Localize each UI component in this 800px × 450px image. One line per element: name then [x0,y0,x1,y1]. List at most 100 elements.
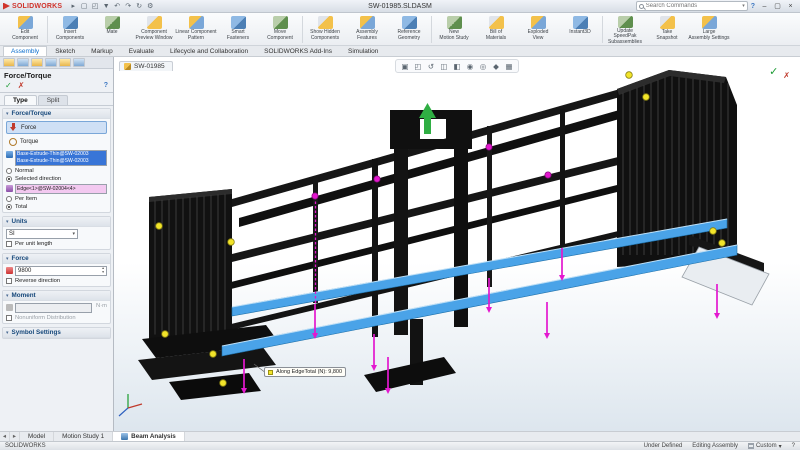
normal-radio-control[interactable] [6,168,12,174]
joint-sphere-yellow[interactable] [626,72,633,79]
selected-direction-radio[interactable]: Selected direction [6,176,107,182]
direction-reference-field[interactable]: Edge<1>@SW-02004<4> [15,184,107,194]
ribbon-button-show-hidden-components[interactable]: Show HiddenComponents [304,14,346,45]
ribbon-button-move-component[interactable]: MoveComponent [259,14,301,45]
zoom-area-icon[interactable]: ◰ [413,61,423,71]
section-view-icon[interactable]: ◫ [439,61,449,71]
status-help-button[interactable]: ? [792,443,795,449]
open-document-icon[interactable]: ◰ [90,1,100,12]
zoom-fit-icon[interactable]: ▣ [400,61,410,71]
undo-icon[interactable]: ↶ [112,1,122,12]
per-unit-length-checkbox-control[interactable] [6,241,12,247]
joint-sphere-yellow[interactable] [228,239,235,246]
joint-sphere-yellow[interactable] [710,228,717,235]
feature-manager-tab[interactable] [3,58,15,67]
per-unit-length-checkbox[interactable]: Per unit length [6,241,107,247]
selected-face-item[interactable]: Base-Extrude-Thin@SW-02003 [16,151,106,158]
confirm-ok-button[interactable]: ✓ [769,65,778,78]
search-options-chevron-icon[interactable]: ▾ [742,3,745,9]
new-document-icon[interactable]: ▢ [79,1,89,12]
joint-sphere-yellow[interactable] [220,380,227,387]
ribbon-button-reference-geometry[interactable]: ReferenceGeometry [388,14,430,45]
previous-view-icon[interactable]: ↺ [426,61,436,71]
ribbon-button-linear-component-pattern[interactable]: Linear ComponentPattern [175,14,217,45]
joint-sphere-magenta[interactable] [374,176,380,182]
view-orientation-icon[interactable]: ◧ [452,61,462,71]
force-value-input[interactable]: 9800 [15,266,107,276]
force-section-header[interactable]: Force [3,254,110,264]
menu-expand-icon[interactable]: ▸ [68,1,78,12]
tab-lifecycle-and-collaboration[interactable]: Lifecycle and Collaboration [162,46,256,56]
hide-show-items-icon[interactable]: ◎ [478,61,488,71]
tab-type[interactable]: Type [4,95,37,105]
tab-model[interactable]: Model [20,432,54,441]
joint-sphere-magenta[interactable] [312,193,318,199]
selected-face-item[interactable]: Base-Extrude-Thin@SW-02003 [16,158,106,165]
ribbon-button-insert-components[interactable]: InsertComponents [49,14,91,45]
save-document-icon[interactable]: ▼ [101,1,111,12]
reverse-direction-checkbox[interactable]: Reverse direction [6,278,107,284]
force-torque-section-header[interactable]: Force/Torque [3,109,110,119]
tab-solidworks-add-ins[interactable]: SOLIDWORKS Add-Ins [256,46,340,56]
display-manager-tab[interactable] [59,58,71,67]
ribbon-button-assembly-features[interactable]: AssemblyFeatures [346,14,388,45]
force-arrow[interactable] [371,334,377,371]
tab-scroll-left[interactable]: ◂ [0,432,10,441]
ribbon-button-take-snapshot[interactable]: TakeSnapshot [646,14,688,45]
ribbon-button-instant3d[interactable]: Instant3D [559,14,601,45]
ribbon-button-component-preview-window[interactable]: ComponentPreview Window [133,14,175,45]
nonuniform-distribution-checkbox-control[interactable] [6,315,12,321]
tab-simulation[interactable]: Simulation [340,46,386,56]
pm-help-button[interactable]: ? [104,82,108,89]
maximize-button[interactable]: ▢ [771,0,784,12]
joint-sphere-magenta[interactable] [486,144,492,150]
tab-sketch[interactable]: Sketch [47,46,83,56]
force-arrow[interactable] [544,302,550,339]
joint-sphere-magenta[interactable] [545,172,551,178]
tab-markup[interactable]: Markup [83,46,121,56]
tab-evaluate[interactable]: Evaluate [121,46,162,56]
display-style-icon[interactable]: ◉ [465,61,475,71]
search-box[interactable]: ▾ [636,1,748,11]
dimxpert-manager-tab[interactable] [45,58,57,67]
help-button[interactable]: ? [751,3,755,10]
redo-icon[interactable]: ↷ [123,1,133,12]
moment-section-header[interactable]: Moment [3,291,110,301]
joint-sphere-yellow[interactable] [162,331,169,338]
ribbon-button-new-motion-study[interactable]: NewMotion Study [433,14,475,45]
ribbon-button-edit-component[interactable]: EditComponent [4,14,46,45]
symbol-settings-section-header[interactable]: Symbol Settings [3,328,110,338]
edit-appearance-icon[interactable]: ◆ [491,61,501,71]
ribbon-button-large-assembly-settings[interactable]: LargeAssembly Settings [688,14,730,45]
custom-toolbar-chevron-icon[interactable]: ▾ [779,443,782,450]
ribbon-button-mate[interactable]: Mate [91,14,133,45]
faces-selection-list[interactable]: Base-Extrude-Thin@SW-02003Base-Extrude-T… [15,150,107,166]
document-tab[interactable]: SW-01985 [119,61,173,71]
ribbon-button-update-speedpak-subassemblies[interactable]: UpdateSpeedPak Subassemblies [604,14,646,45]
force-value-spinner[interactable] [102,267,104,275]
ribbon-button-bill-of-materials[interactable]: Bill ofMaterials [475,14,517,45]
units-section-header[interactable]: Units [3,217,110,227]
ribbon-button-exploded-view[interactable]: ExplodedView [517,14,559,45]
reverse-direction-checkbox-control[interactable] [6,278,12,284]
rebuild-icon[interactable]: ↻ [134,1,144,12]
ok-button[interactable]: ✓ [5,81,12,90]
tab-beam-analysis[interactable]: Beam Analysis [113,432,185,441]
options-icon[interactable]: ⚙ [145,1,155,12]
tab-split[interactable]: Split [38,95,69,105]
configuration-manager-tab[interactable] [31,58,43,67]
tab-motion-study-1[interactable]: Motion Study 1 [54,432,113,441]
tab-scroll-right[interactable]: ▸ [10,432,20,441]
force-callout[interactable]: Along EdgeTotal (N): 9,800 [264,367,346,377]
joint-sphere-yellow[interactable] [643,94,650,101]
search-input[interactable] [646,3,740,9]
normal-radio[interactable]: Normal [6,168,107,174]
nonuniform-distribution-checkbox[interactable]: Nonuniform Distribution [6,315,107,321]
ribbon-button-smart-fasteners[interactable]: SmartFasteners [217,14,259,45]
total-radio[interactable]: Total [6,204,107,210]
per-item-radio[interactable]: Per Item [6,196,107,202]
tab-assembly[interactable]: Assembly [3,46,47,56]
joint-sphere-yellow[interactable] [156,223,163,230]
cancel-button[interactable]: ✗ [18,81,25,90]
simulation-manager-tab[interactable] [73,58,85,67]
